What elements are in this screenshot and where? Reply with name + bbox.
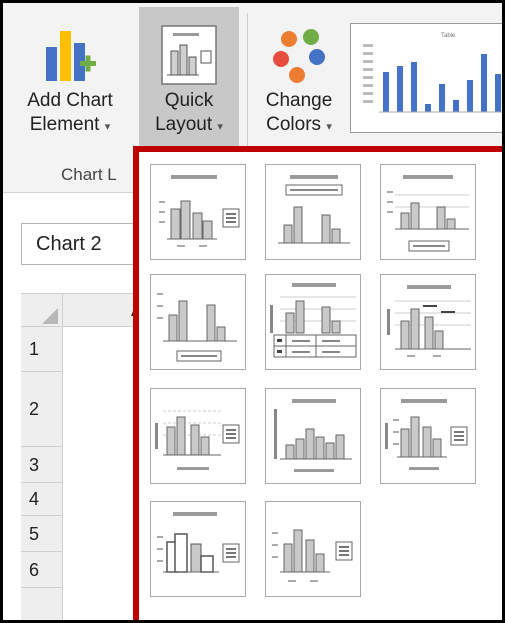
quick-layout-gallery	[133, 146, 502, 620]
layout-10-option[interactable]	[150, 501, 246, 597]
layout-11-thumbnail	[272, 529, 353, 582]
layout-11-option[interactable]	[265, 501, 361, 597]
chevron-down-icon: ▾	[104, 121, 111, 133]
layout-10-thumbnail	[157, 512, 240, 573]
layout-4-thumbnail	[157, 293, 237, 362]
layout-6-option[interactable]	[380, 274, 476, 370]
quick-layout-icon	[161, 25, 217, 85]
layout-4-option[interactable]	[150, 274, 246, 370]
layout-3-option[interactable]	[380, 164, 476, 260]
layout-1-thumbnail	[159, 175, 240, 247]
layout-9-thumbnail	[385, 399, 468, 470]
row-header-empty	[21, 588, 63, 620]
layout-2-thumbnail	[278, 175, 350, 244]
row-header[interactable]: 4	[21, 483, 63, 516]
layout-8-thumbnail	[274, 399, 352, 472]
chart-style-title: Table	[441, 33, 456, 39]
change-colors-icon	[271, 25, 327, 85]
change-colors-button[interactable]: Change Colors ▾	[253, 7, 345, 157]
chevron-down-icon: ▾	[326, 121, 332, 133]
layout-8-option[interactable]	[265, 388, 361, 484]
add-chart-element-label-line1: Add Chart	[27, 90, 113, 111]
layout-5-thumbnail	[270, 283, 357, 358]
chevron-down-icon: ▾	[217, 121, 223, 133]
row-header[interactable]: 5	[21, 516, 63, 552]
add-chart-element-button[interactable]: Add Chart Element ▾	[9, 7, 131, 157]
layout-2-option[interactable]	[265, 164, 361, 260]
row-header[interactable]: 3	[21, 447, 63, 483]
add-chart-element-icon	[42, 25, 98, 85]
chart-style-thumbnail[interactable]: Table	[350, 23, 502, 133]
add-chart-element-label-line2: Element	[29, 114, 100, 135]
change-colors-label-line2: Colors	[266, 114, 322, 135]
layout-7-thumbnail	[155, 410, 240, 470]
layout-7-option[interactable]	[150, 388, 246, 484]
layout-1-option[interactable]	[150, 164, 246, 260]
quick-layout-label-line1: Quick	[164, 90, 214, 111]
row-header[interactable]: 6	[21, 552, 63, 588]
ribbon-group-label: Chart L	[61, 165, 117, 184]
name-box[interactable]: Chart 2	[21, 223, 141, 265]
row-header[interactable]: 2	[21, 372, 63, 447]
row-header[interactable]: 1	[21, 327, 63, 372]
change-colors-label-line1: Change	[265, 90, 333, 111]
quick-layout-label-line2: Layout	[155, 114, 213, 135]
layout-5-option[interactable]	[265, 274, 361, 370]
layout-6-thumbnail	[387, 285, 471, 357]
select-all-corner[interactable]	[21, 294, 63, 328]
layout-3-thumbnail	[387, 175, 469, 252]
app-window: Add Chart Element ▾ Quick Layout ▾ Chang…	[0, 0, 505, 623]
quick-layout-button[interactable]: Quick Layout ▾	[139, 7, 239, 159]
layout-9-option[interactable]	[380, 388, 476, 484]
